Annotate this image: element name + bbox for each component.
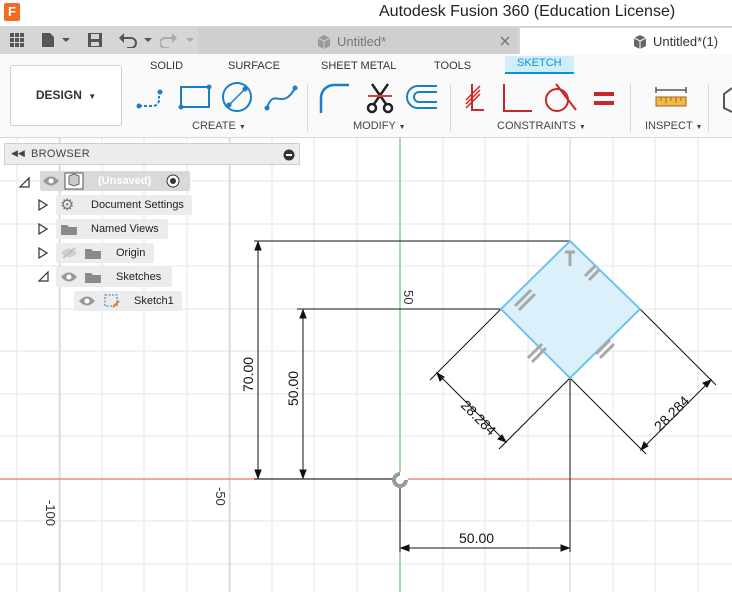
redo-icon[interactable] <box>160 32 194 48</box>
offset-tool-icon[interactable] <box>404 82 438 112</box>
ribbon-divider <box>307 84 308 132</box>
dimension-height-inner[interactable]: 50.00 <box>285 371 301 406</box>
app-logo-icon: F <box>4 3 20 21</box>
app-grid-icon[interactable] <box>8 32 26 48</box>
chevron-down-icon: ▼ <box>398 124 406 131</box>
tab-label: Untitled*(1) <box>653 34 719 49</box>
minimize-panel-icon[interactable] <box>283 149 295 161</box>
model-cube-icon <box>633 35 647 49</box>
axis-label: -100 <box>43 500 58 526</box>
eye-hidden-icon[interactable] <box>60 247 78 259</box>
axis-label: 50 <box>401 290 416 304</box>
dimension-height-outer[interactable]: 70.00 <box>240 357 256 392</box>
tab-surface[interactable]: SURFACE <box>228 60 280 72</box>
browser-item-label: Origin <box>116 247 146 259</box>
tab-tools[interactable]: TOOLS <box>434 60 471 72</box>
browser-item-named-views[interactable]: Named Views <box>36 219 168 239</box>
tab-solid[interactable]: SOLID <box>150 60 183 72</box>
document-tab-untitled-1[interactable]: Untitled*(1) <box>520 28 732 54</box>
chevron-down-icon: ▼ <box>238 124 246 131</box>
file-menu-icon[interactable] <box>40 32 70 48</box>
tab-sketch[interactable]: SKETCH <box>505 56 574 74</box>
origin-point[interactable] <box>392 472 408 488</box>
document-tab-untitled[interactable]: Untitled* <box>198 28 518 54</box>
axis-label: -50 <box>213 487 228 506</box>
tangent-constraint-icon[interactable] <box>542 82 578 114</box>
folder-icon <box>85 249 101 259</box>
active-radio-icon[interactable] <box>166 174 180 188</box>
expanded-triangle-icon[interactable] <box>37 270 49 282</box>
model-cube-icon <box>317 35 331 49</box>
browser-item-label: Sketches <box>116 271 162 283</box>
dimension-horizontal[interactable]: 50.00 <box>459 530 494 546</box>
dimension-lines <box>254 240 713 552</box>
collapsed-triangle-icon[interactable] <box>38 247 48 259</box>
eye-icon[interactable] <box>60 271 78 283</box>
measure-ruler-icon[interactable] <box>654 86 688 108</box>
browser-item-root[interactable]: (Unsaved) <box>18 171 190 191</box>
undo-icon[interactable] <box>118 32 152 48</box>
component-icon <box>64 172 84 190</box>
folder-icon <box>85 273 101 283</box>
coincident-constraint-icon[interactable] <box>462 82 486 114</box>
browser-item-document-settings[interactable]: ⚙ Document Settings <box>36 195 192 215</box>
collapse-panel-icon[interactable]: ◀◀ <box>11 148 25 159</box>
collapsed-triangle-icon[interactable] <box>38 223 48 235</box>
fusion-window: F Autodesk Fusion 360 (Education License… <box>0 0 732 592</box>
expanded-triangle-icon[interactable] <box>18 176 30 188</box>
browser-title: BROWSER <box>31 148 90 160</box>
ribbon-divider <box>708 84 709 132</box>
chevron-down-icon: ▼ <box>88 92 97 101</box>
group-inspect[interactable]: INSPECT ▼ <box>645 120 702 132</box>
save-icon[interactable] <box>86 32 104 48</box>
circle-tool-icon[interactable] <box>220 80 254 114</box>
browser-panel-header[interactable]: ◀◀ BROWSER <box>4 143 300 165</box>
dimension-diagonal-left[interactable]: 28.284 <box>458 397 500 439</box>
browser-item-origin[interactable]: Origin <box>36 243 154 263</box>
workspace-switcher-button[interactable]: DESIGN ▼ <box>10 65 122 126</box>
group-modify[interactable]: MODIFY ▼ <box>353 120 406 132</box>
browser-item-label: Document Settings <box>91 199 184 211</box>
insert-tool-icon[interactable] <box>718 84 732 114</box>
spline-tool-icon[interactable] <box>264 82 298 112</box>
browser-item-label: Sketch1 <box>134 295 174 307</box>
sketch-icon <box>104 294 120 308</box>
group-create[interactable]: CREATE ▼ <box>192 120 246 132</box>
collapsed-triangle-icon[interactable] <box>38 199 48 211</box>
ribbon-divider <box>630 84 631 132</box>
browser-item-sketches[interactable]: Sketches <box>36 267 172 287</box>
equal-constraint-icon[interactable] <box>592 90 616 108</box>
document-tab-strip: Untitled* Untitled*(1) <box>0 26 732 54</box>
tab-label: Untitled* <box>337 34 387 49</box>
rectangle-tool-icon[interactable] <box>178 82 212 112</box>
perpendicular-constraint-icon[interactable] <box>498 82 534 114</box>
close-tab-icon[interactable] <box>500 36 510 46</box>
folder-icon <box>61 225 77 235</box>
dimension-diagonal-right[interactable]: 28.284 <box>651 392 693 434</box>
gear-icon: ⚙ <box>60 197 75 214</box>
chevron-down-icon: ▼ <box>578 124 586 131</box>
chevron-down-icon: ▼ <box>695 124 703 131</box>
ribbon-divider <box>450 84 451 132</box>
toolbar-ribbon: DESIGN ▼ SOLID SURFACE SHEET METAL TOOLS… <box>0 54 732 138</box>
eye-icon[interactable] <box>78 295 96 307</box>
trim-scissors-icon[interactable] <box>364 82 396 114</box>
browser-item-label: Named Views <box>91 223 159 235</box>
eye-icon[interactable] <box>42 175 60 187</box>
group-constraints[interactable]: CONSTRAINTS ▼ <box>497 120 586 132</box>
fillet-tool-icon[interactable] <box>318 82 350 114</box>
title-bar: F Autodesk Fusion 360 (Education License… <box>0 0 732 26</box>
window-title: Autodesk Fusion 360 (Education License) <box>379 3 676 20</box>
tab-sheet-metal[interactable]: SHEET METAL <box>321 60 396 72</box>
workspace-label: DESIGN <box>35 88 82 102</box>
line-tool-icon[interactable] <box>136 82 170 112</box>
browser-item-label: (Unsaved) <box>98 175 152 187</box>
browser-item-sketch1[interactable]: Sketch1 <box>74 291 182 311</box>
